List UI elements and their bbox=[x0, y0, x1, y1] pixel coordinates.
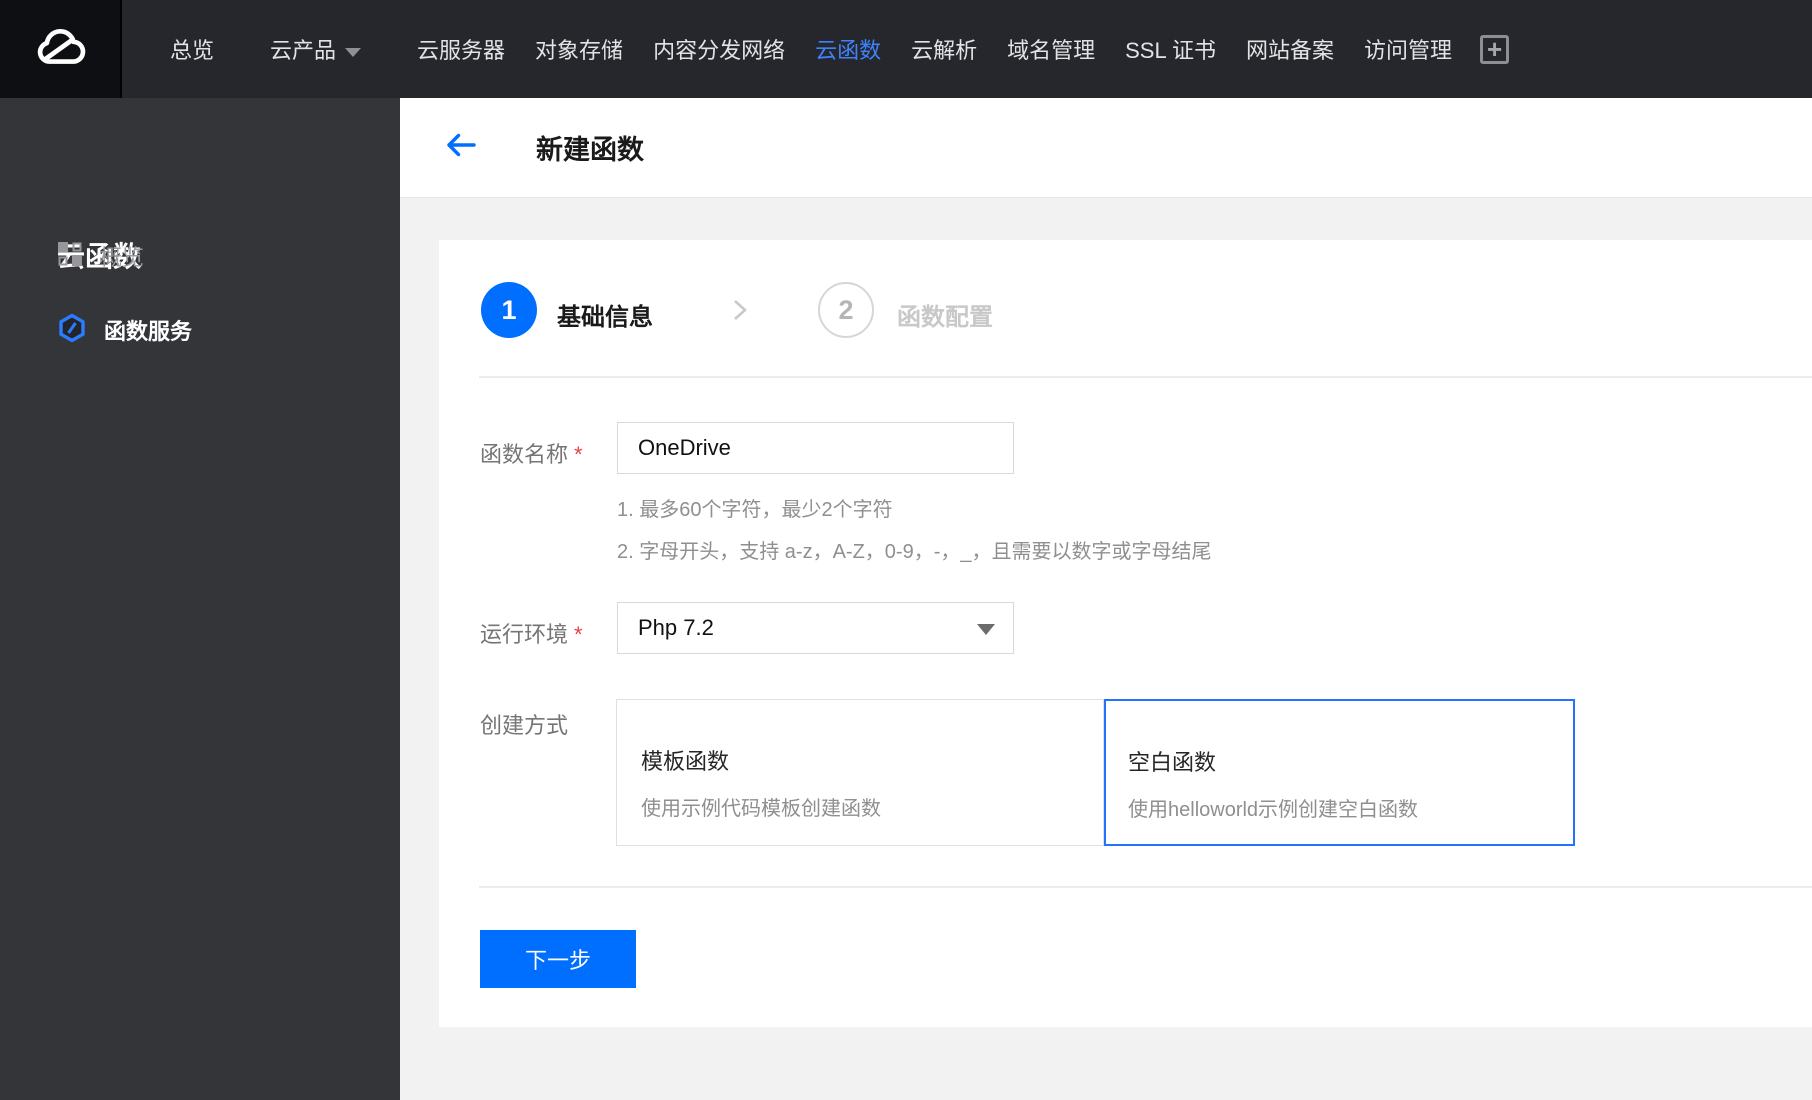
required-asterisk: * bbox=[574, 442, 583, 467]
hint-line-1: 1. 最多60个字符，最少2个字符 bbox=[617, 499, 893, 521]
nav-item-cloud-products[interactable]: 云产品 bbox=[270, 33, 362, 65]
nav-item-cos[interactable]: 对象存储 bbox=[535, 33, 623, 65]
nav-item-cvm[interactable]: 云服务器 bbox=[417, 33, 505, 65]
sidebar-item-overview[interactable]: 概览 bbox=[57, 241, 144, 271]
required-asterisk: * bbox=[574, 622, 583, 647]
creation-method-label: 创建方式 bbox=[480, 713, 569, 738]
add-product-button[interactable]: + bbox=[1480, 34, 1510, 64]
nav-item-overview[interactable]: 总览 bbox=[170, 33, 214, 65]
chevron-down-icon bbox=[345, 47, 362, 57]
arrow-left-icon bbox=[444, 132, 476, 163]
function-name-input[interactable] bbox=[617, 422, 1014, 474]
runtime-select[interactable]: Php 7.2 bbox=[617, 602, 1014, 654]
step-1-label: 基础信息 bbox=[557, 304, 653, 331]
content-area: 1 基础信息 2 函数配置 函数名称* 1. 最多60个字符，最少2个字符 2.… bbox=[400, 198, 1812, 1100]
app-window: 总览 云产品 云服务器 对象存储 内容分发网络 云函数 云解析 域名管理 SSL… bbox=[0, 0, 1812, 1100]
create-function-card: 1 基础信息 2 函数配置 函数名称* 1. 最多60个字符，最少2个字符 2.… bbox=[439, 240, 1812, 1027]
runtime-select-value: Php 7.2 bbox=[638, 615, 714, 640]
function-name-label-text: 函数名称 bbox=[480, 442, 569, 467]
sidebar-item-function-service[interactable]: 函数服务 bbox=[57, 313, 193, 348]
nav-item-scf[interactable]: 云函数 bbox=[815, 33, 881, 65]
nav-item-domain[interactable]: 域名管理 bbox=[1007, 33, 1095, 65]
next-step-button[interactable]: 下一步 bbox=[480, 930, 636, 988]
nav-item-ssl[interactable]: SSL 证书 bbox=[1125, 33, 1216, 65]
nav-item-dns[interactable]: 云解析 bbox=[911, 33, 977, 65]
nav-item-cdn[interactable]: 内容分发网络 bbox=[653, 33, 785, 65]
runtime-label: 运行环境 * bbox=[480, 617, 583, 649]
method-option-template-title: 模板函数 bbox=[641, 749, 730, 774]
method-option-template[interactable]: 模板函数 使用示例代码模板创建函数 bbox=[616, 699, 1104, 846]
sidebar-item-function-service-label: 函数服务 bbox=[104, 319, 193, 344]
sidebar-item-overview-label: 概览 bbox=[100, 245, 145, 270]
function-name-hints: 1. 最多60个字符，最少2个字符 2. 字母开头，支持 a-z，A-Z，0-9… bbox=[617, 489, 1211, 573]
section-divider-bottom bbox=[479, 886, 1812, 888]
method-option-blank-selected[interactable]: 空白函数 使用helloworld示例创建空白函数 bbox=[1104, 699, 1575, 846]
method-option-blank-desc: 使用helloworld示例创建空白函数 bbox=[1128, 799, 1419, 821]
function-name-label: 函数名称 * bbox=[480, 437, 583, 469]
page-title: 新建函数 bbox=[536, 135, 644, 165]
cloud-logo-icon bbox=[30, 17, 90, 82]
step-2-circle: 2 bbox=[818, 282, 874, 338]
method-option-template-desc: 使用示例代码模板创建函数 bbox=[641, 798, 881, 820]
step-1-circle: 1 bbox=[481, 282, 537, 338]
grid-icon bbox=[57, 241, 83, 272]
tencent-cloud-logo[interactable] bbox=[0, 0, 122, 98]
page-header: 新建函数 bbox=[400, 98, 1812, 198]
select-caret-down-icon bbox=[977, 624, 995, 635]
nav-item-icp[interactable]: 网站备案 bbox=[1246, 33, 1334, 65]
top-nav: 总览 云产品 云服务器 对象存储 内容分发网络 云函数 云解析 域名管理 SSL… bbox=[0, 0, 1812, 98]
section-divider-top bbox=[479, 376, 1812, 378]
hint-line-2: 2. 字母开头，支持 a-z，A-Z，0-9，-，_，且需要以数字或字母结尾 bbox=[617, 541, 1212, 563]
sidebar: 云函数 概览 函数服务 bbox=[0, 98, 400, 1100]
top-nav-menu: 总览 云产品 云服务器 对象存储 内容分发网络 云函数 云解析 域名管理 SSL… bbox=[122, 0, 1510, 98]
nav-item-cloud-products-label: 云产品 bbox=[270, 38, 337, 63]
runtime-label-text: 运行环境 bbox=[480, 622, 569, 647]
nav-item-cam[interactable]: 访问管理 bbox=[1364, 33, 1452, 65]
method-option-blank-title: 空白函数 bbox=[1128, 750, 1217, 775]
scf-hexagon-icon bbox=[57, 313, 87, 348]
back-button[interactable] bbox=[444, 132, 476, 163]
chevron-right-icon bbox=[727, 295, 753, 330]
step-2-label: 函数配置 bbox=[897, 304, 993, 331]
